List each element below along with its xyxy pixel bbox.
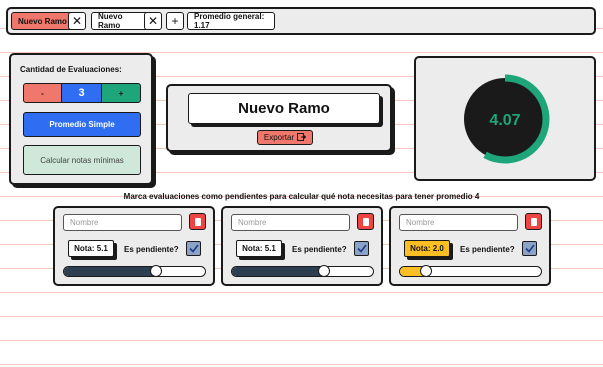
evaluacion-card: Nombre Nota: 5.1 Es pendiente? [221,206,383,286]
tab-nuevo-ramo-2[interactable]: Nuevo Ramo [91,12,151,30]
promedio-gauge: 4.07 [460,74,550,164]
evaluacion-card: Nombre Nota: 5.1 Es pendiente? [53,206,215,286]
promedio-general-badge: Promedio general: 1.17 [187,12,275,30]
tab-label: Nuevo Ramo [18,16,67,26]
evaluaciones-title: Cantidad de Evaluaciones: [20,65,122,74]
pendiente-label: Es pendiente? [124,245,179,254]
slider-thumb[interactable] [149,265,162,277]
nombre-input[interactable]: Nombre [231,214,350,231]
trash-icon [194,217,201,226]
promedio-general-text: Promedio general: 1.17 [194,12,265,30]
pendiente-label: Es pendiente? [460,245,515,254]
evaluacion-card: Nombre Nota: 2.0 Es pendiente? [389,206,551,286]
delete-button[interactable] [189,213,206,230]
nombre-placeholder: Nombre [70,218,99,227]
delete-button[interactable] [525,213,542,230]
ramo-name-input[interactable]: Nuevo Ramo [188,93,380,124]
pendiente-checkbox[interactable] [186,241,201,256]
export-icon [297,132,307,143]
nombre-placeholder: Nombre [406,218,435,227]
close-tab-icon[interactable]: ✕ [68,12,86,30]
trash-icon [530,217,537,226]
evaluaciones-panel: Cantidad de Evaluaciones: - 3 + Promedio… [9,53,153,185]
nota-slider[interactable] [63,266,206,277]
check-icon [356,244,367,253]
pendiente-label: Es pendiente? [292,245,347,254]
gauge-panel: 4.07 [414,56,596,181]
nombre-placeholder: Nombre [238,218,267,227]
pendiente-checkbox[interactable] [522,241,537,256]
evaluaciones-count: 3 [61,83,102,103]
trash-icon [362,217,369,226]
promedio-simple-button[interactable]: Promedio Simple [23,112,141,137]
instruction-text: Marca evaluaciones como pendientes para … [123,192,480,201]
tab-nuevo-ramo-1[interactable]: Nuevo Ramo [11,12,75,30]
delete-button[interactable] [357,213,374,230]
gauge-value: 4.07 [489,112,520,129]
nota-value[interactable]: Nota: 5.1 [236,240,282,257]
decrement-button[interactable]: - [23,83,62,103]
add-tab-icon[interactable]: + [166,12,184,30]
export-label: Exportar [263,133,295,142]
increment-button[interactable]: + [101,83,141,103]
nombre-input[interactable]: Nombre [63,214,182,231]
check-icon [188,244,199,253]
calcular-notas-button[interactable]: Calcular notas mínimas [23,145,141,175]
nota-value[interactable]: Nota: 5.1 [68,240,114,257]
check-icon [524,244,535,253]
tab-label: Nuevo Ramo [98,12,123,30]
tab-bar: Nuevo Ramo ✕ Nuevo Ramo ✕ + Promedio gen… [6,7,596,35]
nota-value[interactable]: Nota: 2.0 [404,240,450,257]
ramo-panel: Nuevo Ramo Exportar [166,84,392,152]
nombre-input[interactable]: Nombre [399,214,518,231]
close-tab-icon[interactable]: ✕ [144,12,162,30]
export-button[interactable]: Exportar [257,130,313,145]
slider-thumb[interactable] [317,265,330,277]
nota-slider[interactable] [231,266,374,277]
pendiente-checkbox[interactable] [354,241,369,256]
